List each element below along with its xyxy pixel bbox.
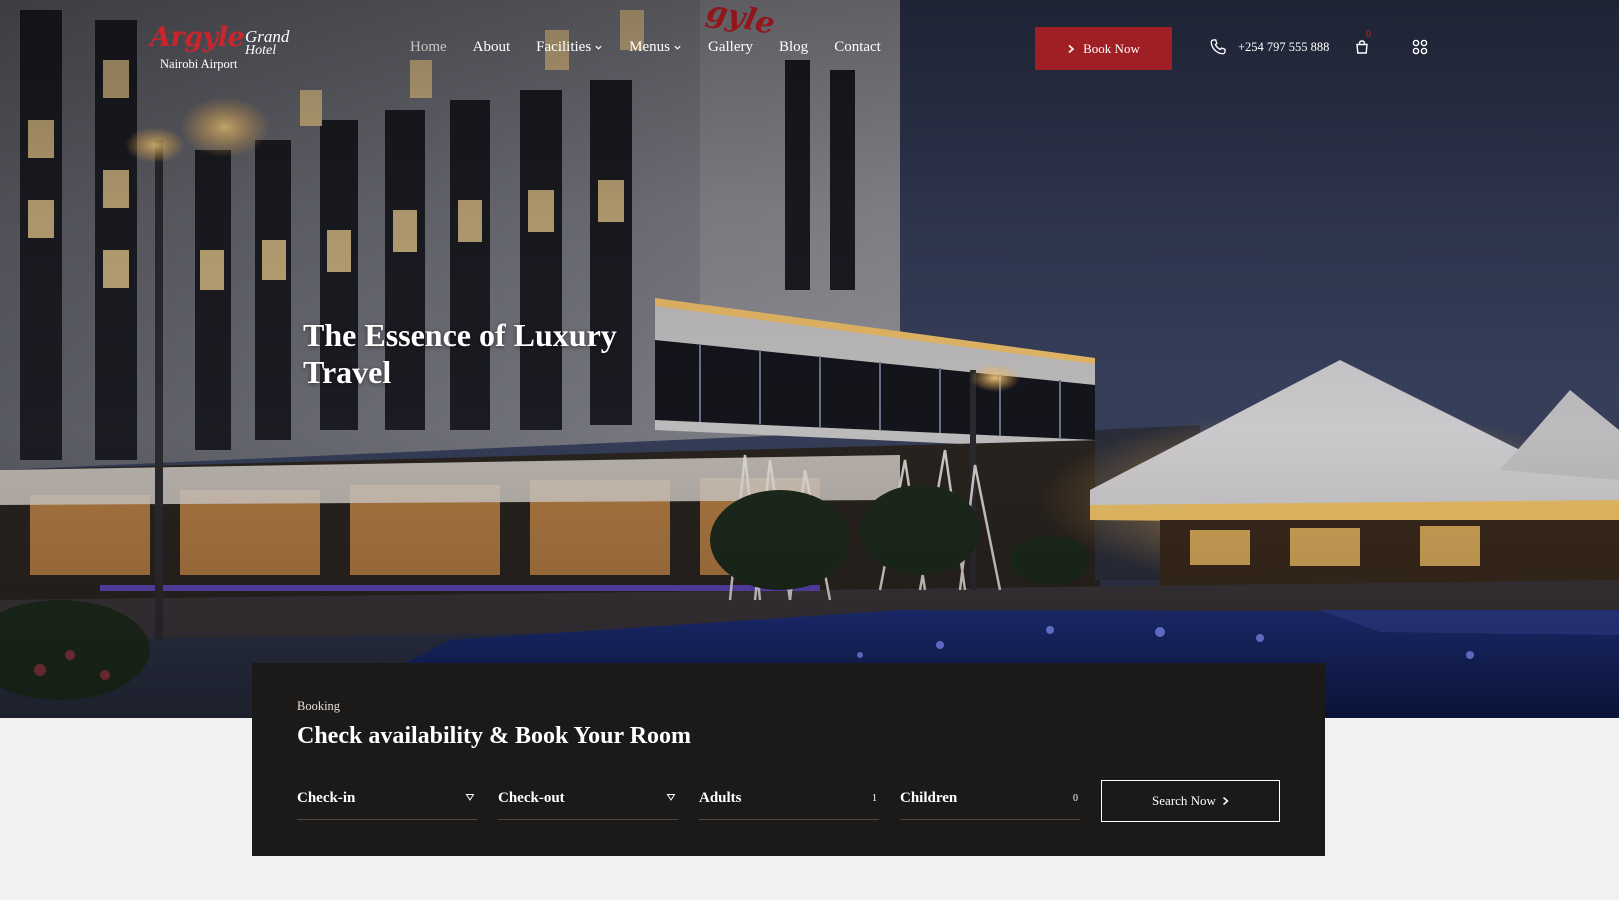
- hotel-photo: gyle: [0, 0, 1619, 718]
- nav-item-label: Menus: [629, 38, 671, 55]
- phone-link[interactable]: +254 797 555 888: [1208, 37, 1329, 57]
- nav-item-about[interactable]: About: [473, 36, 511, 58]
- adults-field[interactable]: Adults 1: [699, 780, 879, 820]
- nav-item-home[interactable]: Home: [410, 36, 447, 58]
- nav-item-label: About: [472, 38, 511, 55]
- nav-item-gallery[interactable]: Gallery: [708, 36, 753, 58]
- checkout-label: Check-out: [498, 790, 565, 806]
- children-value: 0: [1073, 793, 1078, 804]
- logo-location: Nairobi Airport: [160, 57, 238, 71]
- nav-item-menus[interactable]: Menus: [629, 36, 682, 58]
- chevron-down-icon: [674, 45, 681, 50]
- nav-item-blog[interactable]: Blog: [779, 36, 808, 58]
- adults-value: 1: [872, 793, 877, 804]
- checkin-label: Check-in: [297, 790, 356, 806]
- logo-hotel: Hotel: [245, 43, 277, 58]
- adults-label: Adults: [699, 790, 742, 806]
- caret-down-icon: [465, 794, 475, 801]
- hero-section: gyle: [0, 0, 1619, 718]
- nav-item-contact[interactable]: Contact: [834, 36, 881, 58]
- nav-item-label: Contact: [834, 38, 881, 55]
- brand-logo[interactable]: Argyle Grand Hotel Nairobi Airport: [150, 22, 300, 74]
- nav-item-label: Home: [410, 38, 447, 55]
- nav-item-label: Facilities: [536, 38, 592, 55]
- search-now-label: Search Now: [1152, 793, 1216, 808]
- book-now-button[interactable]: Book Now: [1035, 27, 1172, 70]
- main-nav: Home About Facilities Menus Gallery Blog…: [410, 36, 907, 58]
- booking-title: Check availability & Book Your Room: [297, 723, 692, 749]
- phone-icon: [1210, 39, 1226, 55]
- nav-item-label: Gallery: [708, 38, 753, 55]
- hero-title: The Essence of Luxury Travel: [303, 317, 617, 390]
- checkin-field[interactable]: Check-in: [297, 780, 477, 820]
- children-label: Children: [900, 790, 958, 806]
- cart-count-badge: 0: [1366, 29, 1372, 39]
- chevron-right-icon: [1068, 44, 1075, 53]
- book-now-label: Book Now: [1083, 40, 1140, 56]
- booking-panel: Booking Check availability & Book Your R…: [252, 663, 1325, 856]
- booking-kicker: Booking: [297, 699, 341, 713]
- children-field[interactable]: Children 0: [900, 780, 1080, 820]
- phone-number: +254 797 555 888: [1238, 39, 1330, 54]
- nav-item-label: Blog: [779, 38, 809, 55]
- caret-down-icon: [666, 794, 676, 801]
- search-now-button[interactable]: Search Now: [1101, 780, 1280, 822]
- checkout-field[interactable]: Check-out: [498, 780, 678, 820]
- grid-menu-icon[interactable]: [1412, 39, 1428, 55]
- chevron-down-icon: [595, 45, 602, 50]
- logo-wordmark: Argyle: [150, 22, 245, 53]
- shopping-bag-icon[interactable]: [1354, 39, 1370, 55]
- nav-item-facilities[interactable]: Facilities: [536, 36, 603, 58]
- chevron-right-icon: [1222, 796, 1229, 806]
